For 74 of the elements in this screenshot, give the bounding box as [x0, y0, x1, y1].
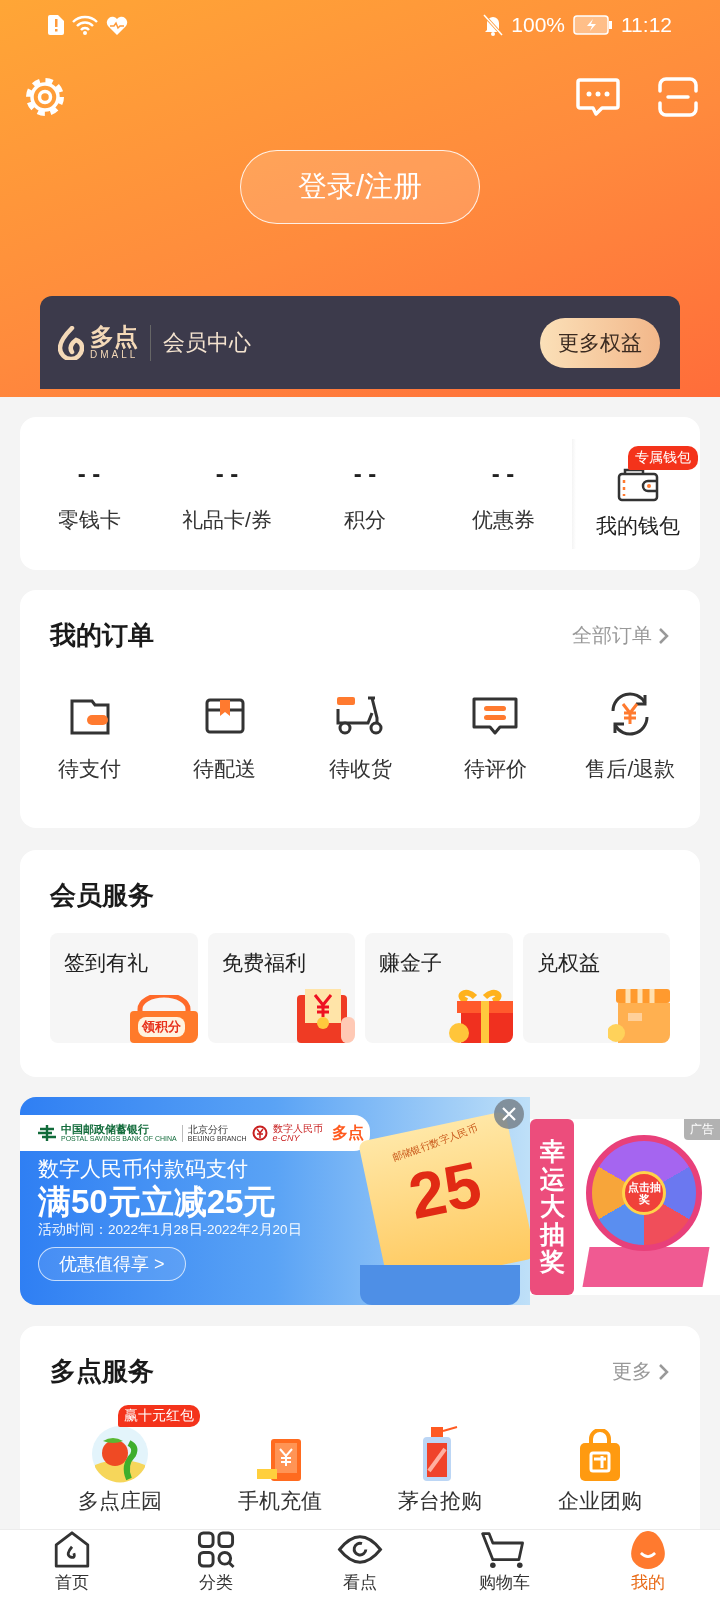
wifi-icon: [72, 15, 98, 35]
nav-tab[interactable]: 首页: [0, 1530, 144, 1600]
order-status-label[interactable]: 售后/退款: [585, 755, 676, 783]
order-status-label[interactable]: 待配送: [193, 755, 257, 783]
scan-icon[interactable]: [658, 77, 698, 117]
partner-logo-text: 多点: [331, 1122, 364, 1143]
grid-icon: [196, 1530, 236, 1569]
service-tile[interactable]: 赚金子: [365, 933, 513, 1043]
tile-label: 签到有礼: [63, 950, 149, 976]
service-tile[interactable]: 免费福利: [207, 933, 355, 1043]
sim-alert-icon: [48, 15, 64, 35]
lottery-title: 幸运大抽奖: [530, 1119, 574, 1295]
gift-illustration: [446, 987, 513, 1043]
order-status-label[interactable]: 待评价: [463, 755, 527, 783]
service-label[interactable]: 多点庄园: [78, 1487, 162, 1515]
service-tile[interactable]: 兑权益: [522, 933, 670, 1043]
logo-subtitle: DMALL: [90, 349, 139, 360]
currency-logo-icon: [251, 1125, 268, 1141]
tile-label: 免费福利: [220, 950, 307, 976]
bank-logo-icon: [38, 1125, 56, 1141]
banner-headline: 数字人民币付款码支付: [38, 1156, 249, 1182]
envelope-illustration: [295, 987, 355, 1043]
lottery-ad[interactable]: 幸运大抽奖 点击抽奖 广告: [530, 1119, 720, 1295]
order-status-label[interactable]: 待收货: [328, 755, 392, 783]
stat-value: - -: [215, 459, 239, 488]
stat-label[interactable]: 优惠券: [471, 505, 535, 534]
chevron-right-icon: [658, 626, 670, 645]
bell-off-icon: [483, 14, 504, 36]
tile-label: 赚金子: [378, 950, 443, 976]
chevron-right-icon: [658, 1362, 670, 1381]
tomato-plant-icon: [91, 1425, 149, 1483]
service-label[interactable]: 手机充值: [238, 1487, 322, 1515]
member-center-bar[interactable]: 多点 DMALL 会员中心 更多权益: [40, 296, 680, 389]
section-title: 多点服务: [50, 1355, 155, 1388]
logo-wordmark: 多点: [90, 325, 139, 349]
nav-tab[interactable]: 购物车: [432, 1530, 576, 1600]
branch-name: 北京分行: [187, 1124, 228, 1135]
bank-name: 中国邮政储蓄银行: [61, 1124, 150, 1135]
section-title: 我的订单: [50, 619, 155, 652]
reward-badge: 赢十元红包: [118, 1405, 200, 1427]
heart-icon: [106, 15, 128, 35]
banner-offer: 满50元立减25元: [38, 1183, 278, 1221]
stat-label[interactable]: 礼品卡/券: [182, 505, 272, 534]
stat-value: - -: [77, 459, 101, 488]
member-center-title: 会员中心: [163, 328, 253, 357]
ecny-english: e-CNY: [272, 1133, 300, 1143]
tile-label: 兑权益: [535, 950, 601, 976]
points-label: 领积分: [137, 1017, 185, 1037]
stat-label[interactable]: 零钱卡: [57, 505, 121, 534]
ad-label: 广告: [684, 1119, 720, 1140]
more-benefits-button[interactable]: 更多权益: [540, 317, 660, 368]
section-title: 会员服务: [50, 879, 155, 912]
shop-illustration: [608, 987, 670, 1043]
nav-tab[interactable]: 看点: [288, 1530, 432, 1600]
service-label[interactable]: 企业团购: [558, 1487, 642, 1515]
service-label[interactable]: 茅台抢购: [398, 1487, 482, 1515]
ecny-label: 数字人民币: [272, 1123, 323, 1134]
my-wallet-label[interactable]: 我的钱包: [596, 511, 680, 540]
stat-value: - -: [491, 459, 515, 488]
message-icon[interactable]: [576, 77, 620, 117]
order-status-label[interactable]: 待支付: [58, 755, 122, 783]
service-tile[interactable]: 签到有礼 领积分: [50, 933, 198, 1043]
clock-time: 11:12: [621, 13, 672, 37]
stat-value: - -: [353, 459, 377, 488]
banner-period: 活动时间：2022年1月28日-2022年2月20日: [38, 1220, 302, 1239]
close-button[interactable]: [494, 1099, 524, 1129]
wallet-badge: 专属钱包: [628, 445, 698, 470]
battery-percentage: 100%: [511, 13, 565, 37]
spin-button[interactable]: 点击抽奖: [622, 1171, 666, 1215]
battery-charging-icon: [573, 15, 613, 35]
nav-tab[interactable]: 分类: [144, 1530, 288, 1600]
shopping-bag-icon: [577, 1429, 623, 1483]
stat-label[interactable]: 积分: [344, 505, 386, 534]
close-icon: [502, 1107, 516, 1121]
